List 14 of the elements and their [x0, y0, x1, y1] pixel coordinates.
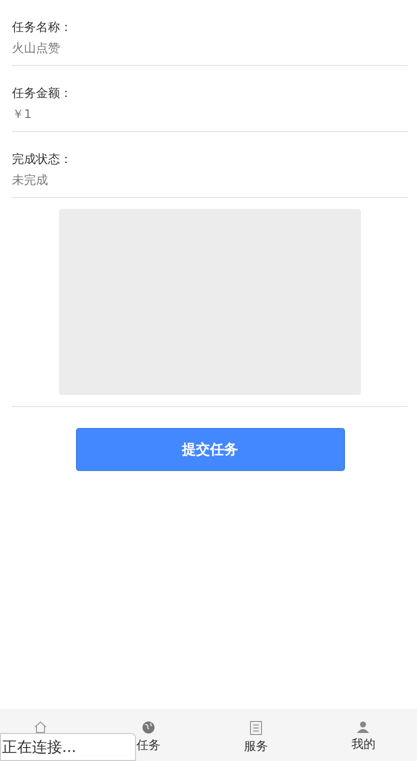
globe-icon[interactable]	[142, 721, 155, 734]
home-icon[interactable]	[34, 721, 48, 733]
toast-message: 正在连接...	[0, 733, 136, 761]
field-value: 未完成	[12, 173, 49, 188]
field-label: 完成状态：	[12, 152, 73, 167]
tab-label[interactable]: 服务	[244, 739, 268, 753]
tab-label[interactable]: 我的	[351, 737, 376, 751]
tab-label[interactable]: 任务	[136, 738, 160, 752]
field-value: ￥1	[12, 107, 33, 122]
document-icon[interactable]	[250, 721, 262, 735]
person-icon[interactable]	[357, 721, 370, 733]
field-value: 火山点赞	[12, 41, 61, 56]
field-label: 任务名称：	[12, 20, 73, 35]
field-label: 任务金额：	[12, 86, 73, 101]
